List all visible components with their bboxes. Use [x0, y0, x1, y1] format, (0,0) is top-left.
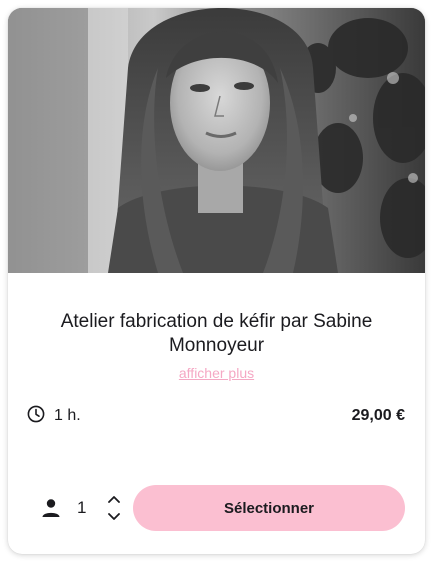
- clock-icon: [27, 405, 45, 428]
- chevron-up-icon[interactable]: [107, 495, 121, 503]
- quantity-field[interactable]: 1: [77, 498, 107, 518]
- product-card: Atelier fabrication de kéfir par Sabine …: [8, 8, 425, 554]
- duration-info: 1 h.: [27, 405, 81, 427]
- portrait-image: [8, 8, 425, 273]
- person-icon: [40, 497, 62, 519]
- chevron-down-icon[interactable]: [107, 513, 121, 521]
- select-button[interactable]: Sélectionner: [133, 485, 405, 531]
- product-title: Atelier fabrication de kéfir par Sabine …: [60, 311, 373, 356]
- quantity-stepper: 1: [40, 486, 121, 530]
- product-photo: [8, 8, 425, 273]
- duration-label: 1 h.: [54, 407, 81, 424]
- stepper-controls: [107, 495, 121, 521]
- price-label: 29,00 €: [351, 407, 405, 424]
- show-more-link[interactable]: afficher plus: [8, 365, 425, 381]
